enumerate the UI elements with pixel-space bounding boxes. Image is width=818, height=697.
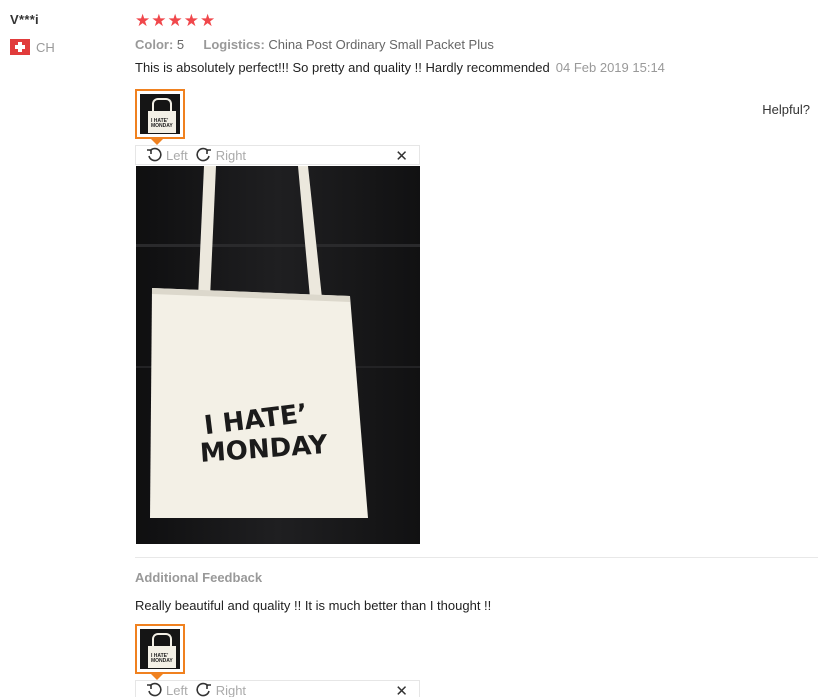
additional-rotate-right-button[interactable]: Right: [196, 682, 246, 697]
color-value: 5: [176, 37, 185, 52]
helpful-link[interactable]: Helpful?: [762, 102, 810, 117]
reviewer-info: V***i CH: [10, 12, 120, 55]
review-text-row: This is absolutely perfect!!! So pretty …: [135, 60, 810, 75]
additional-rotate-left-button[interactable]: Left: [146, 682, 188, 697]
rotate-right-icon: [196, 147, 211, 162]
review-photo-large: I HATE’ MONDAY: [136, 166, 420, 544]
order-meta: Color: 5 Logistics: China Post Ordinary …: [135, 37, 810, 52]
additional-photo-thumbnail[interactable]: I HATE’ MONDAY: [135, 624, 185, 674]
rotate-left-label: Left: [166, 147, 188, 163]
rotate-right-icon: [196, 682, 211, 697]
section-divider: [135, 557, 818, 558]
rotate-right-button[interactable]: Right: [196, 147, 246, 163]
logistics-value: China Post Ordinary Small Packet Plus: [268, 37, 494, 52]
additional-feedback-title: Additional Feedback: [135, 570, 263, 585]
additional-rotate-left-label: Left: [166, 682, 188, 697]
color-label: Color:: [135, 37, 174, 52]
additional-thumbnail-text-line2: MONDAY: [151, 658, 173, 664]
reviewer-country: CH: [10, 39, 120, 55]
thumbnail-image: I HATE’ MONDAY: [140, 94, 180, 134]
additional-feedback-text: Really beautiful and quality !! It is mu…: [135, 598, 492, 613]
rotate-left-button[interactable]: Left: [146, 147, 188, 163]
photo-viewer-toolbar: Left Right ✕: [135, 145, 420, 165]
rotate-right-label: Right: [215, 147, 247, 163]
rotate-left-icon: [147, 682, 162, 697]
review-date: 04 Feb 2019 15:14: [555, 60, 665, 75]
swiss-flag-icon: [10, 39, 30, 55]
rating-stars: ★★★★★: [135, 11, 217, 30]
additional-rotate-right-label: Right: [215, 682, 247, 697]
thumbnail-text-line2: MONDAY: [151, 123, 173, 129]
review-body: ★★★★★ Color: 5 Logistics: China Post Ord…: [135, 10, 810, 75]
rotate-left-icon: [147, 147, 162, 162]
additional-close-viewer-button[interactable]: ✕: [395, 682, 408, 697]
tote-bag-photo: I HATE’ MONDAY: [136, 166, 420, 544]
review-text: This is absolutely perfect!!! So pretty …: [135, 60, 550, 75]
reviewer-name: V***i: [10, 12, 39, 27]
logistics-label: Logistics:: [203, 37, 265, 52]
review-photo-thumbnail[interactable]: I HATE’ MONDAY: [135, 89, 185, 139]
country-code: CH: [36, 39, 55, 55]
close-viewer-button[interactable]: ✕: [395, 147, 408, 165]
additional-photo-viewer-toolbar: Left Right ✕: [135, 680, 420, 697]
additional-thumbnail-image: I HATE’ MONDAY: [140, 629, 180, 669]
